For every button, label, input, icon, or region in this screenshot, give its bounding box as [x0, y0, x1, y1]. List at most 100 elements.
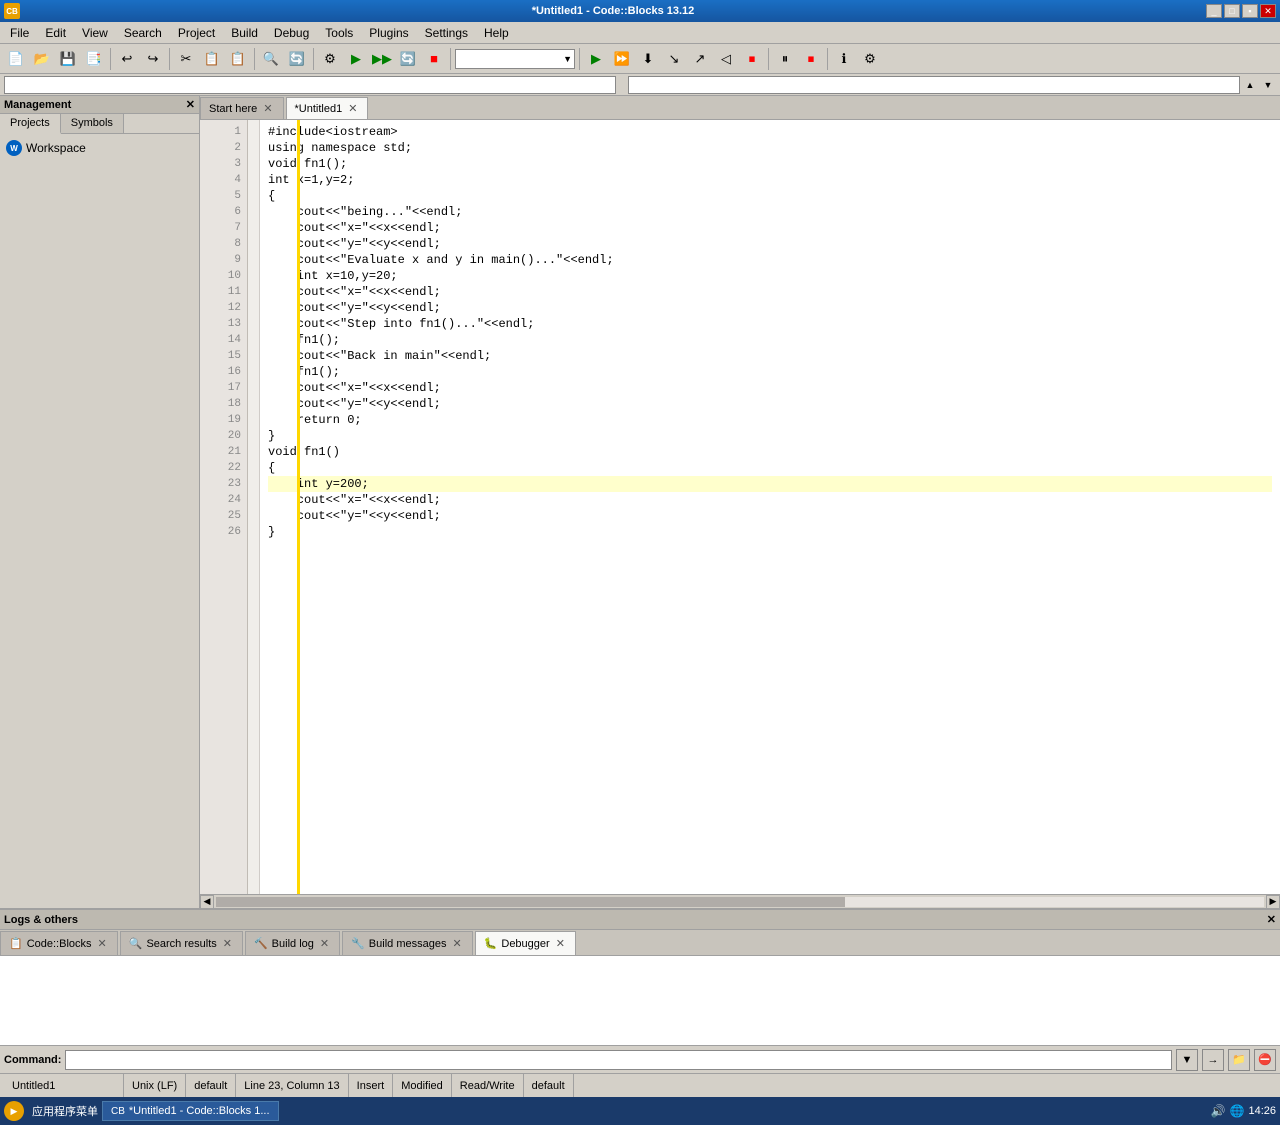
new-project-button[interactable]: ⚙ — [318, 47, 342, 71]
menu-search[interactable]: Search — [116, 24, 170, 42]
toolbar-separator-7 — [768, 48, 769, 70]
tab-untitled1-close[interactable]: ✕ — [346, 101, 359, 116]
tab-search-results-close[interactable]: ✕ — [221, 936, 234, 951]
sidebar-tabs: Projects Symbols — [0, 114, 199, 134]
bottom-panel-close-icon[interactable]: ✕ — [1267, 913, 1276, 926]
sidebar-tab-symbols[interactable]: Symbols — [61, 114, 124, 133]
command-folder-btn[interactable]: 📁 — [1228, 1049, 1250, 1071]
stop-btn2[interactable]: ⏹ — [799, 47, 823, 71]
tab-codeblocks[interactable]: 📋 Code::Blocks ✕ — [0, 931, 118, 955]
tab-debugger[interactable]: 🐛 Debugger ✕ — [475, 931, 576, 955]
taskbar-codeblocks[interactable]: CB *Untitled1 - Code::Blocks 1... — [102, 1101, 279, 1121]
scroll-left-button[interactable]: ◀ — [200, 895, 214, 909]
open-file-button[interactable]: 📂 — [30, 47, 54, 71]
command-dropdown-btn[interactable]: ▼ — [1176, 1049, 1198, 1071]
menu-view[interactable]: View — [74, 24, 116, 42]
next-line[interactable]: ⬇ — [636, 47, 660, 71]
maximize-button[interactable]: ▪ — [1242, 4, 1258, 18]
menu-build[interactable]: Build — [223, 24, 266, 42]
tab-start-here-close[interactable]: ✕ — [261, 101, 274, 116]
menu-debug[interactable]: Debug — [266, 24, 317, 42]
tab-untitled1[interactable]: *Untitled1 ✕ — [286, 97, 369, 119]
start-menu-button[interactable]: ▶ — [4, 1101, 24, 1121]
tab-search-results[interactable]: 🔍 Search results ✕ — [120, 931, 243, 955]
code-line: cout<<"x="<<x<<endl; — [268, 284, 1272, 300]
command-bar: Command: ▼ → 📁 ⛔ — [0, 1045, 1280, 1073]
status-modified-label: Modified — [401, 1080, 443, 1092]
replace-button[interactable]: 🔄 — [285, 47, 309, 71]
sidebar-tab-projects[interactable]: Projects — [0, 114, 61, 134]
rebuild-button[interactable]: 🔄 — [396, 47, 420, 71]
code-line: cout<<"y="<<y<<endl; — [268, 300, 1272, 316]
scroll-thumb[interactable] — [216, 897, 845, 907]
save-all-button[interactable]: 📑 — [82, 47, 106, 71]
settings-btn2[interactable]: ⚙ — [858, 47, 882, 71]
toolbar-separator-5 — [450, 48, 451, 70]
line-number: 10 — [200, 268, 247, 284]
find-button[interactable]: 🔍 — [259, 47, 283, 71]
line-number: 25 — [200, 508, 247, 524]
tab-start-here[interactable]: Start here ✕ — [200, 97, 284, 119]
new-file-button[interactable]: 📄 — [4, 47, 28, 71]
menu-help[interactable]: Help — [476, 24, 517, 42]
line-number: 17 — [200, 380, 247, 396]
workspace-item[interactable]: W Workspace — [4, 138, 195, 158]
code-line: void fn1() — [268, 444, 1272, 460]
code-content[interactable]: #include<iostream>using namespace std;vo… — [260, 120, 1280, 894]
bottom-panel: Logs & others ✕ 📋 Code::Blocks ✕ 🔍 Searc… — [0, 908, 1280, 1073]
prev-btn[interactable]: ◁ — [714, 47, 738, 71]
restore-button[interactable]: □ — [1224, 4, 1240, 18]
tab-debugger-close[interactable]: ✕ — [554, 936, 567, 951]
command-label: Command: — [4, 1054, 61, 1066]
menu-tools[interactable]: Tools — [317, 24, 361, 42]
cut-button[interactable]: ✂ — [174, 47, 198, 71]
tab-codeblocks-close[interactable]: ✕ — [96, 936, 109, 951]
save-button[interactable]: 💾 — [56, 47, 80, 71]
run-button[interactable]: ▶ — [344, 47, 368, 71]
command-input[interactable] — [65, 1050, 1172, 1070]
code-line: fn1(); — [268, 332, 1272, 348]
status-position: Line 23, Column 13 — [236, 1074, 348, 1097]
tab-build-messages-close[interactable]: ✕ — [450, 936, 463, 951]
horizontal-scrollbar[interactable]: ◀ ▶ — [200, 894, 1280, 908]
paste-button[interactable]: 📋 — [226, 47, 250, 71]
app-icon: CB — [4, 3, 20, 19]
menu-edit[interactable]: Edit — [37, 24, 74, 42]
menu-settings[interactable]: Settings — [417, 24, 476, 42]
tab-build-log[interactable]: 🔨 Build log ✕ — [245, 931, 340, 955]
undo-button[interactable]: ↩ — [115, 47, 139, 71]
menu-project[interactable]: Project — [170, 24, 223, 42]
scroll-down-btn[interactable]: ▼ — [1260, 77, 1276, 93]
code-editor[interactable]: 1234567891011121314151617181920212223242… — [200, 120, 1280, 894]
scope-combo[interactable] — [628, 76, 1240, 94]
build-run-button[interactable]: ▶▶ — [370, 47, 394, 71]
scroll-right-button[interactable]: ▶ — [1266, 895, 1280, 909]
tab-build-messages[interactable]: 🔧 Build messages ✕ — [342, 931, 473, 955]
code-combo[interactable] — [4, 76, 616, 94]
run-to-cursor[interactable]: ⏩ — [610, 47, 634, 71]
tab-build-log-close[interactable]: ✕ — [318, 936, 331, 951]
sidebar-close-icon[interactable]: ✕ — [186, 98, 195, 111]
info-btn[interactable]: ℹ — [832, 47, 856, 71]
close-button[interactable]: ✕ — [1260, 4, 1276, 18]
command-stop-btn[interactable]: ⛔ — [1254, 1049, 1276, 1071]
minimize-button[interactable]: _ — [1206, 4, 1222, 18]
copy-button[interactable]: 📋 — [200, 47, 224, 71]
step-in[interactable]: ↘ — [662, 47, 686, 71]
code-line: cout<<"x="<<x<<endl; — [268, 380, 1272, 396]
title-bar: CB *Untitled1 - Code::Blocks 13.12 _ □ ▪… — [0, 0, 1280, 22]
stop-button[interactable]: ■ — [422, 47, 446, 71]
debug-button[interactable]: ▶ — [584, 47, 608, 71]
stop-debug[interactable]: ⏹ — [740, 47, 764, 71]
target-combo[interactable]: ▼ — [455, 49, 575, 69]
redo-button[interactable]: ↪ — [141, 47, 165, 71]
step-out[interactable]: ↗ — [688, 47, 712, 71]
taskbar-codeblocks-label: *Untitled1 - Code::Blocks 1... — [129, 1105, 270, 1117]
status-line-ending: Unix (LF) — [124, 1074, 186, 1097]
command-send-btn[interactable]: → — [1202, 1049, 1224, 1071]
menu-file[interactable]: File — [2, 24, 37, 42]
pause-btn[interactable]: ⏸ — [773, 47, 797, 71]
menu-plugins[interactable]: Plugins — [361, 24, 416, 42]
scroll-up-btn[interactable]: ▲ — [1242, 77, 1258, 93]
scroll-track[interactable] — [216, 897, 1264, 907]
